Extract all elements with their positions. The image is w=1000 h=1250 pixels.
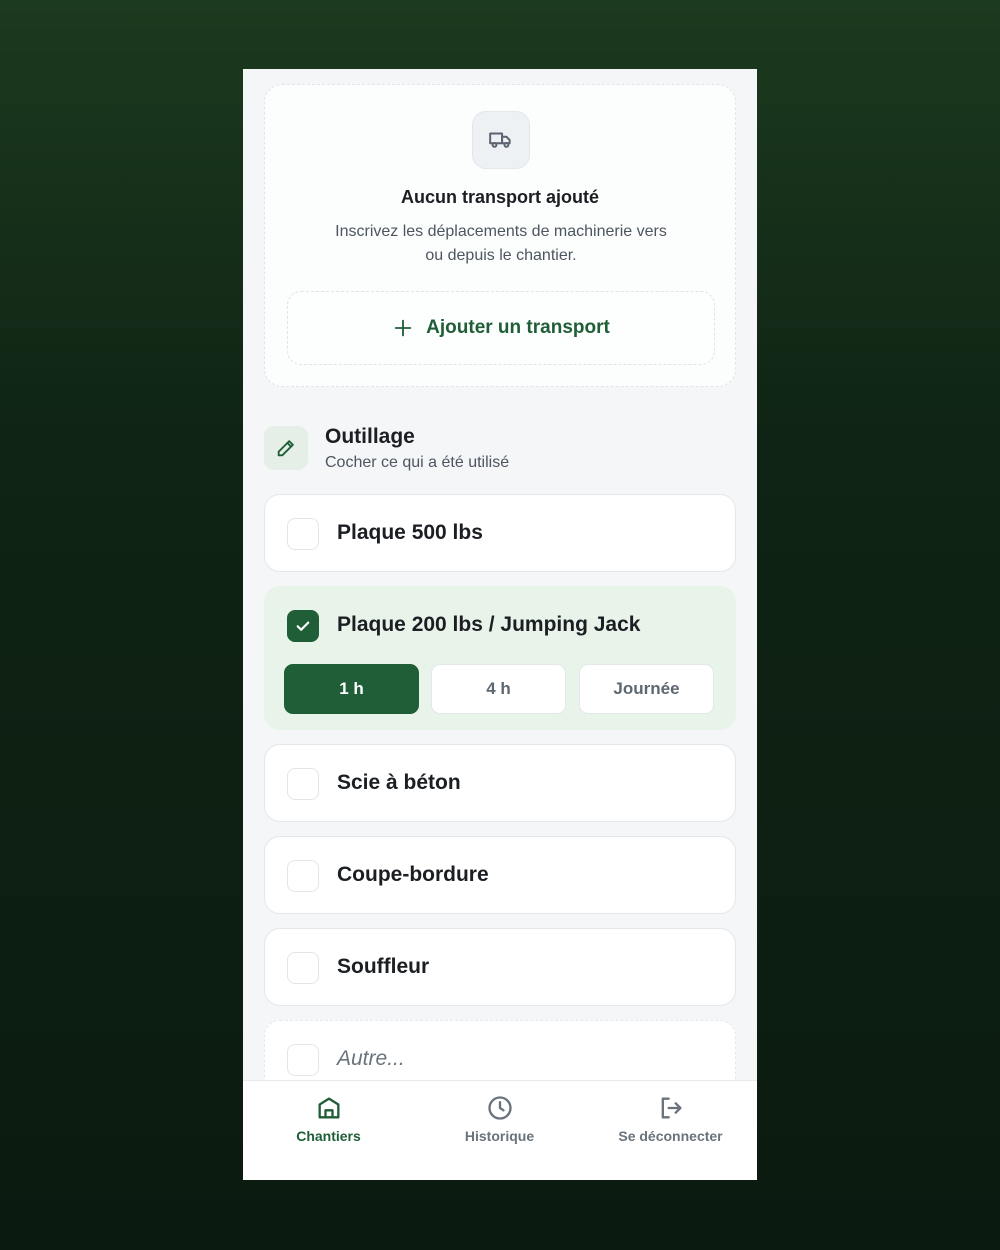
nav-item-chantiers[interactable]: Chantiers [243,1081,414,1180]
tools-section-header: Outillage Cocher ce qui a été utilisé [264,425,736,475]
truck-icon [489,132,511,148]
app-screen: Aucun transport ajouté Inscrivez les dép… [243,69,757,1180]
tool-item-coupe-bordure[interactable]: Coupe-bordure [264,836,736,914]
nav-item-deconnexion[interactable]: Se déconnecter [585,1081,756,1180]
tool-label: Coupe-bordure [337,863,489,886]
add-transport-label: Ajouter un transport [426,317,610,338]
bottom-nav: Chantiers Historique Se déconnecter [243,1080,757,1180]
duration-selector: 1 h 4 h Journée [284,664,716,714]
pencil-icon-box [264,426,308,470]
tool-label: Scie à béton [337,771,461,794]
tool-item-plaque-200[interactable]: Plaque 200 lbs / Jumping Jack 1 h 4 h Jo… [264,586,736,730]
add-transport-button[interactable]: Ajouter un transport [287,291,715,365]
nav-label: Historique [464,1128,535,1144]
transport-empty-description: Inscrivez les déplacements de machinerie… [335,223,667,264]
tool-checkbox[interactable] [287,952,319,984]
duration-option-4h[interactable]: 4 h [431,664,566,714]
tool-label: Souffleur [337,955,430,978]
transport-empty-title: Aucun transport ajouté [400,187,599,207]
logout-icon [661,1097,681,1119]
check-icon [296,621,310,631]
truck-icon-box [472,111,530,169]
tool-item-other[interactable]: Autre... [264,1020,736,1080]
other-tool-placeholder[interactable]: Autre... [337,1047,405,1071]
duration-option-journee[interactable]: Journée [579,664,714,714]
tool-checkbox-checked[interactable] [287,610,319,642]
tool-item-plaque-500[interactable]: Plaque 500 lbs [264,494,736,572]
nav-item-historique[interactable]: Historique [414,1081,585,1180]
home-icon [318,1097,339,1119]
plus-icon [394,319,412,337]
pencil-icon [277,440,294,457]
tool-checkbox[interactable] [287,860,319,892]
tools-section-subtitle: Cocher ce qui a été utilisé [325,454,510,471]
duration-option-1h[interactable]: 1 h [284,664,419,714]
tool-checkbox[interactable] [287,1044,319,1076]
transport-empty-state: Aucun transport ajouté Inscrivez les dép… [264,84,736,387]
tool-item-souffleur[interactable]: Souffleur [264,928,736,1006]
tools-section-title: Outillage [325,425,415,448]
tool-label: Plaque 500 lbs [337,521,483,544]
tool-checkbox[interactable] [287,768,319,800]
scroll-content[interactable]: Aucun transport ajouté Inscrivez les dép… [243,69,757,1080]
nav-label: Se déconnecter [618,1128,723,1144]
tool-item-scie-beton[interactable]: Scie à béton [264,744,736,822]
tool-checkbox[interactable] [287,518,319,550]
nav-label: Chantiers [296,1128,361,1144]
tool-label: Plaque 200 lbs / Jumping Jack [337,613,641,636]
clock-icon [487,1096,512,1120]
